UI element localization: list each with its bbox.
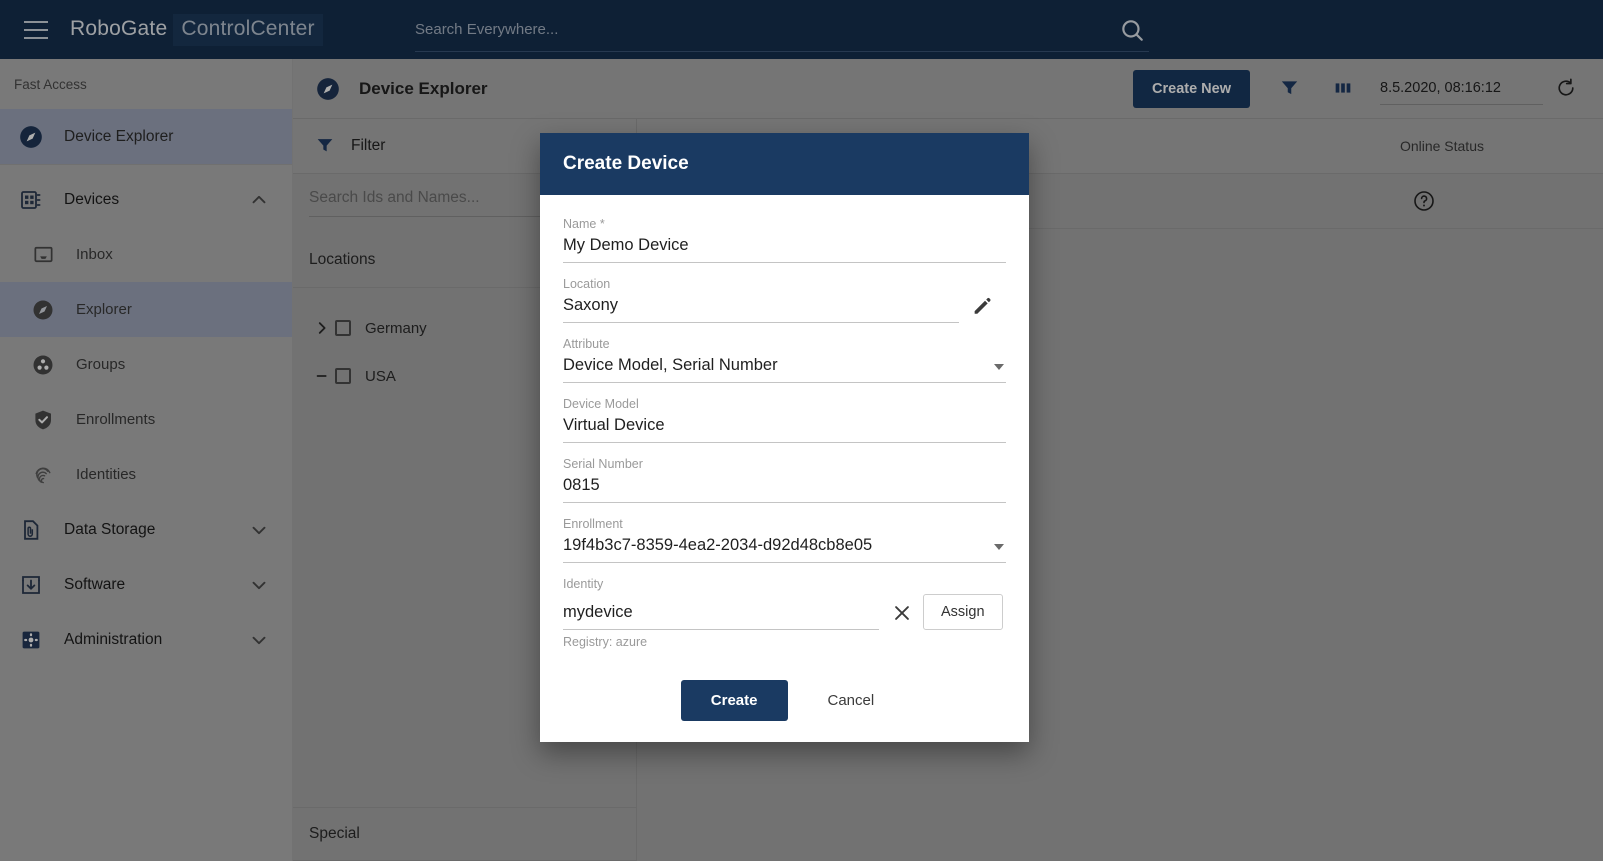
close-x-icon[interactable] (891, 602, 915, 626)
location-input[interactable] (563, 294, 959, 323)
create-device-dialog: Create Device Name * Location (540, 133, 1029, 742)
field-label: Enrollment (563, 517, 623, 531)
chevron-down-icon[interactable] (994, 364, 1004, 370)
device-model-input[interactable] (563, 414, 1006, 443)
serial-number-input[interactable] (563, 474, 1006, 503)
chevron-down-icon[interactable] (994, 544, 1004, 550)
dialog-title: Create Device (540, 133, 1029, 195)
name-input[interactable] (563, 234, 1006, 263)
field-label: Identity (563, 577, 604, 591)
field-label: Device Model (563, 397, 639, 411)
assign-identity-button[interactable]: Assign (923, 594, 1003, 630)
edit-pencil-icon[interactable] (971, 295, 995, 319)
attribute-select-value[interactable] (563, 354, 1006, 383)
field-serial-number: Serial Number (563, 457, 1006, 503)
field-attribute: Attribute (563, 337, 1006, 383)
identity-input[interactable] (563, 601, 879, 630)
field-label: Attribute (563, 337, 610, 351)
field-enrollment: Enrollment (563, 517, 1006, 563)
field-label: Location (563, 277, 611, 291)
dialog-body: Name * Location At (540, 195, 1029, 658)
field-device-model: Device Model (563, 397, 1006, 443)
field-label: Serial Number (563, 457, 643, 471)
create-button[interactable]: Create (680, 679, 788, 721)
dialog-actions: Create Cancel (540, 658, 1029, 742)
field-label: Name * (563, 217, 605, 231)
enrollment-select-value[interactable] (563, 534, 1006, 563)
cancel-button[interactable]: Cancel (814, 680, 889, 721)
field-identity: Identity Assign Registry: azure (563, 577, 1006, 649)
app-root: RoboGate ControlCenter Fast Access Devic… (0, 0, 1603, 861)
field-location: Location (563, 277, 1006, 323)
field-name: Name * (563, 217, 1006, 263)
registry-note: Registry: azure (563, 635, 648, 649)
